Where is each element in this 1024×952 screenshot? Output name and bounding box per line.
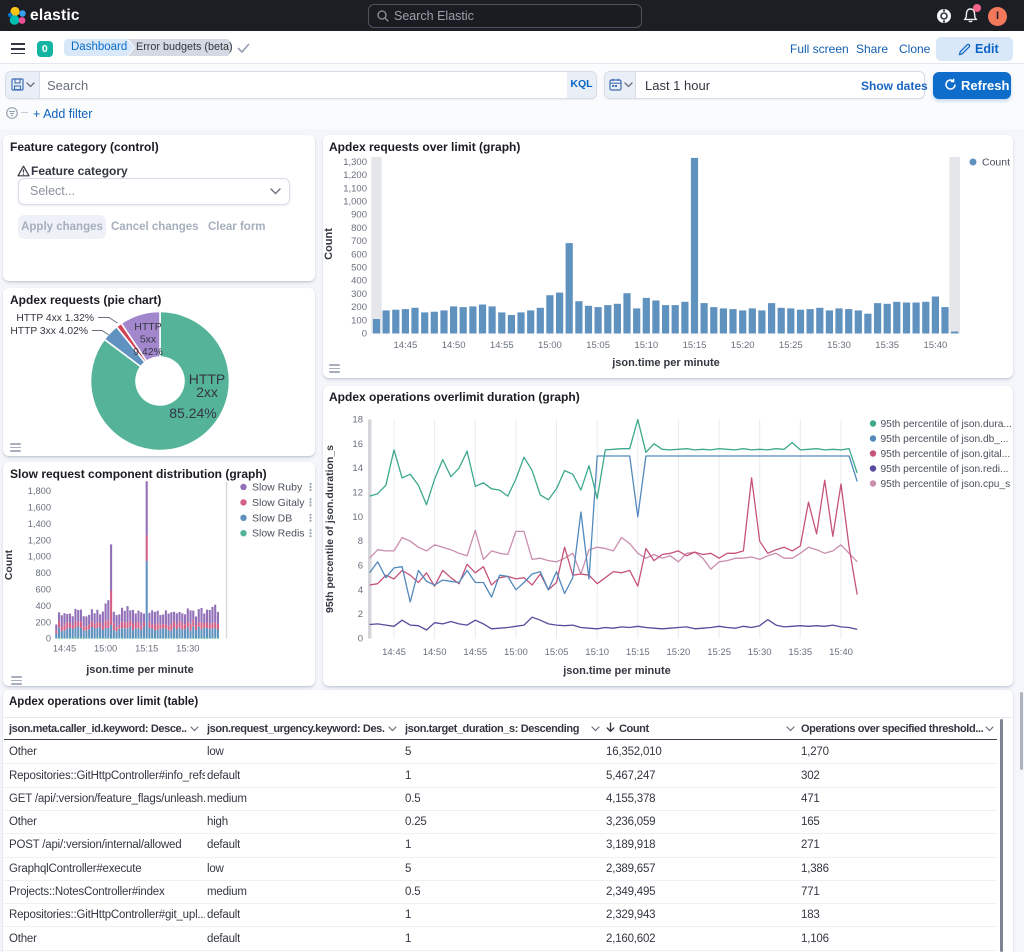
svg-text:15:00: 15:00 xyxy=(538,340,562,351)
svg-text:14:50: 14:50 xyxy=(442,340,466,351)
svg-text:700: 700 xyxy=(351,236,367,247)
svg-text:800: 800 xyxy=(351,222,367,233)
svg-text:200: 200 xyxy=(35,617,51,627)
svg-text:95th percentile of json.durati: 95th percentile of json.duration_s xyxy=(324,444,336,612)
svg-text:15:25: 15:25 xyxy=(707,647,731,658)
svg-text:1,400: 1,400 xyxy=(28,519,51,529)
svg-text:15:05: 15:05 xyxy=(545,647,569,658)
svg-text:6: 6 xyxy=(358,560,363,571)
svg-text:18: 18 xyxy=(352,414,363,425)
svg-text:14:55: 14:55 xyxy=(463,647,487,658)
svg-text:600: 600 xyxy=(35,585,51,595)
svg-text:14:45: 14:45 xyxy=(394,340,418,351)
svg-text:10: 10 xyxy=(352,511,363,522)
svg-text:Count: Count xyxy=(3,549,15,580)
svg-text:300: 300 xyxy=(351,288,367,299)
svg-text:85.24%: 85.24% xyxy=(169,405,216,421)
svg-text:1,600: 1,600 xyxy=(28,503,51,513)
svg-text:15:15: 15:15 xyxy=(135,644,158,654)
svg-text:600: 600 xyxy=(351,249,367,260)
svg-text:14:55: 14:55 xyxy=(490,340,514,351)
svg-text:0: 0 xyxy=(46,634,51,644)
svg-text:95th percentile of json.cpu_s: 95th percentile of json.cpu_s xyxy=(881,479,1011,490)
svg-text:400: 400 xyxy=(351,275,367,286)
svg-text:Slow Ruby: Slow Ruby xyxy=(252,482,303,494)
svg-text:15:35: 15:35 xyxy=(875,340,899,351)
svg-text:1,200: 1,200 xyxy=(343,170,367,181)
svg-text:2: 2 xyxy=(358,609,363,620)
svg-text:8: 8 xyxy=(358,536,363,547)
svg-text:4: 4 xyxy=(358,584,363,595)
svg-text:15:00: 15:00 xyxy=(504,647,528,658)
svg-text:95th percentile of json.redi..: 95th percentile of json.redi... xyxy=(881,464,1009,475)
svg-text:500: 500 xyxy=(351,262,367,273)
svg-text:Slow Redis: Slow Redis xyxy=(252,528,305,540)
svg-text:95th percentile of json.gital.: 95th percentile of json.gital... xyxy=(881,449,1011,460)
svg-text:15:00: 15:00 xyxy=(94,644,117,654)
svg-text:800: 800 xyxy=(35,568,51,578)
svg-text:15:30: 15:30 xyxy=(827,340,851,351)
svg-text:Slow DB: Slow DB xyxy=(252,512,292,524)
svg-text:15:20: 15:20 xyxy=(667,647,691,658)
svg-text:0: 0 xyxy=(362,328,367,339)
svg-text:95th percentile of json.db_...: 95th percentile of json.db_... xyxy=(881,434,1009,445)
svg-text:1,800: 1,800 xyxy=(28,486,51,496)
svg-text:900: 900 xyxy=(351,209,367,220)
svg-text:14:45: 14:45 xyxy=(53,644,76,654)
svg-text:15:20: 15:20 xyxy=(731,340,755,351)
svg-text:1,000: 1,000 xyxy=(28,552,51,562)
svg-text:Count: Count xyxy=(323,227,335,259)
svg-text:5xx: 5xx xyxy=(140,333,157,345)
svg-text:15:30: 15:30 xyxy=(176,644,199,654)
svg-text:16: 16 xyxy=(352,438,363,449)
svg-text:15:40: 15:40 xyxy=(924,340,948,351)
svg-text:14: 14 xyxy=(352,463,363,474)
svg-text:HTTP 3xx 4.02%: HTTP 3xx 4.02% xyxy=(10,326,88,337)
svg-text:95th percentile of json.dura..: 95th percentile of json.dura... xyxy=(881,419,1012,430)
svg-text:15:40: 15:40 xyxy=(829,647,853,658)
svg-text:14:50: 14:50 xyxy=(423,647,447,658)
svg-text:Count: Count xyxy=(982,156,1010,168)
svg-text:12: 12 xyxy=(352,487,363,498)
svg-text:json.time per minute: json.time per minute xyxy=(611,357,720,369)
svg-text:15:15: 15:15 xyxy=(626,647,650,658)
svg-text:15:25: 15:25 xyxy=(779,340,803,351)
svg-text:15:10: 15:10 xyxy=(634,340,658,351)
svg-text:9.42%: 9.42% xyxy=(133,346,163,358)
svg-text:1,100: 1,100 xyxy=(343,183,367,194)
svg-text:json.time per minute: json.time per minute xyxy=(562,665,671,677)
svg-text:200: 200 xyxy=(351,302,367,313)
svg-text:15:30: 15:30 xyxy=(748,647,772,658)
svg-text:HTTP 4xx 1.32%: HTTP 4xx 1.32% xyxy=(16,313,94,324)
svg-text:15:15: 15:15 xyxy=(683,340,707,351)
svg-text:2xx: 2xx xyxy=(196,384,218,400)
svg-text:1,000: 1,000 xyxy=(343,196,367,207)
svg-text:100: 100 xyxy=(351,315,367,326)
svg-text:Slow Gitaly: Slow Gitaly xyxy=(252,497,305,509)
svg-text:0: 0 xyxy=(358,633,363,644)
svg-text:json.time per minute: json.time per minute xyxy=(85,664,194,676)
svg-text:HTTP: HTTP xyxy=(134,321,161,333)
svg-text:1,200: 1,200 xyxy=(28,535,51,545)
svg-text:15:05: 15:05 xyxy=(586,340,610,351)
svg-text:15:10: 15:10 xyxy=(585,647,609,658)
svg-text:1,300: 1,300 xyxy=(343,156,367,167)
svg-text:400: 400 xyxy=(35,601,51,611)
svg-text:15:35: 15:35 xyxy=(788,647,812,658)
svg-text:14:45: 14:45 xyxy=(382,647,406,658)
